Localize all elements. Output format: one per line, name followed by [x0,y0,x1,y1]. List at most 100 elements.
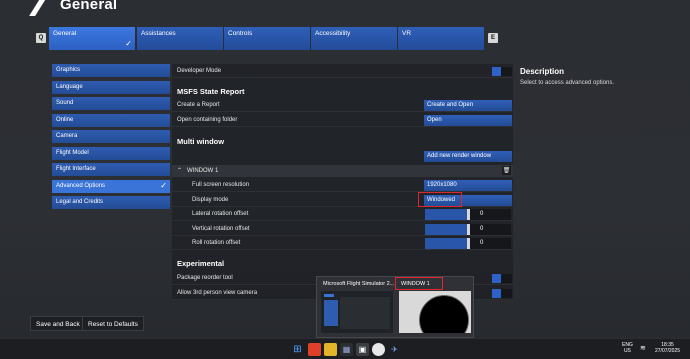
windows-start-icon[interactable]: ⊞ [291,343,304,356]
preview-card-msfs[interactable]: Microsoft Flight Simulator 2... [319,280,395,336]
wifi-icon[interactable]: ≋ [640,344,646,352]
menu-item-camera[interactable]: Camera [52,130,170,143]
window-1-header[interactable]: ⌃ WINDOW 1 🗑 [172,165,513,177]
menu-item-label: Advanced Options [56,183,106,189]
tab-left-key-hint: Q [36,33,46,43]
chevron-up-icon: ⌃ [177,168,183,174]
menu-item-label: Sound [56,100,74,106]
package-reorder-label: Package reorder tool [177,275,233,281]
lateral-offset-row: Lateral rotation offset 0 [172,208,513,221]
chrome-icon[interactable] [308,343,321,356]
clock-date: 27/07/2025 [655,348,681,354]
app-round-icon[interactable] [372,343,385,356]
page-title: General [60,0,118,13]
reset-to-defaults-button[interactable]: Reset to Defaults [82,316,144,331]
tab-label: Controls [228,30,253,37]
menu-item-advanced-options[interactable]: Advanced Options ✓ [52,180,170,193]
preview-title: Microsoft Flight Simulator 2... [323,281,395,287]
menu-item-graphics[interactable]: Graphics [52,64,170,77]
window-name: WINDOW 1 [187,168,219,174]
folder-icon[interactable] [324,343,337,356]
menu-item-online[interactable]: Online [52,114,170,127]
slider-thumb[interactable] [467,224,470,235]
lateral-offset-slider[interactable]: 0 [425,209,511,220]
toggle-knob [492,67,501,76]
experimental-heading: Experimental [177,259,225,268]
clock[interactable]: 18:35 27/07/2025 [655,342,680,354]
tab-label: Assistances [141,30,176,37]
add-render-window-button[interactable]: Add new render window [424,151,512,162]
slider-fill [425,209,468,220]
highlight-box [395,277,443,290]
vertical-offset-row: Vertical rotation offset 0 [172,223,513,236]
third-person-camera-toggle[interactable] [492,289,512,298]
tab-label: VR [402,30,412,37]
roll-offset-slider[interactable]: 0 [425,238,511,249]
trash-icon[interactable]: 🗑 [502,166,511,175]
developer-mode-label: Developer Mode [177,68,222,74]
developer-mode-toggle[interactable] [492,67,512,76]
toggle-knob [492,289,501,298]
slider-value: 0 [480,240,484,246]
preview-thumbnail [399,291,471,333]
developer-mode-row[interactable]: Developer Mode [172,65,513,78]
check-icon: ✓ [125,39,132,48]
slider-thumb[interactable] [467,238,470,249]
taskbar: ⊞ ▦ ▣ ✈ ENG US ≋ 18:35 27/07/2025 [0,338,690,359]
menu-item-label: Language [56,84,83,90]
menu-item-label: Graphics [56,67,81,73]
menu-item-label: Flight Interface [56,166,96,172]
menu-item-language[interactable]: Language [52,81,170,94]
language-region: US [623,348,631,354]
open-folder-row: Open containing folder Open [172,114,513,127]
slider-value: 0 [480,211,484,217]
tab-label: General [53,30,77,37]
roll-offset-row: Roll rotation offset 0 [172,237,513,250]
photos-icon[interactable]: ▣ [356,343,369,356]
app-icon[interactable]: ▦ [340,343,353,356]
vertical-offset-label: Vertical rotation offset [192,226,250,232]
tab-general[interactable]: General ✓ [49,27,135,50]
open-folder-label: Open containing folder [177,117,238,123]
toggle-knob [492,274,501,283]
msfs-state-report-heading: MSFS State Report [177,87,245,96]
lateral-offset-label: Lateral rotation offset [192,211,249,217]
create-report-label: Create a Report [177,102,220,108]
description-title: Description [520,67,565,76]
create-and-open-button[interactable]: Create and Open [424,100,512,111]
tab-label: Accessibility [315,30,351,37]
menu-item-sound[interactable]: Sound [52,97,170,110]
resolution-row: Full screen resolution 1920x1080 [172,179,513,192]
open-folder-button[interactable]: Open [424,115,512,126]
language-indicator[interactable]: ENG US [622,342,633,354]
create-report-row: Create a Report Create and Open [172,99,513,112]
third-person-camera-label: Allow 3rd person view camera [177,290,258,296]
tab-assistances[interactable]: Assistances [137,27,223,50]
multi-window-heading: Multi window [177,137,225,146]
menu-item-flight-model[interactable]: Flight Model [52,147,170,160]
menu-item-legal-credits[interactable]: Legal and Credits [52,196,170,209]
display-mode-label: Display mode [192,197,229,203]
tab-accessibility[interactable]: Accessibility [311,27,397,50]
menu-item-flight-interface[interactable]: Flight Interface [52,163,170,176]
menu-item-label: Online [56,117,74,123]
menu-item-label: Legal and Credits [56,199,104,205]
description-text: Select to access advanced options. [520,80,615,86]
resolution-select[interactable]: 1920x1080 [424,180,512,191]
tab-right-key-hint: E [488,33,498,43]
preview-thumbnail [321,291,393,333]
resolution-label: Full screen resolution [192,182,250,188]
tab-controls[interactable]: Controls [224,27,310,50]
slider-fill [425,238,468,249]
slider-thumb[interactable] [467,209,470,220]
package-reorder-toggle[interactable] [492,274,512,283]
save-and-back-button[interactable]: Save and Back [30,316,86,331]
flight-sim-icon[interactable]: ✈ [388,343,401,356]
slider-value: 0 [480,226,484,232]
highlight-box [418,192,462,207]
roll-offset-label: Roll rotation offset [192,240,241,246]
check-icon: ✓ [160,181,167,190]
vertical-offset-slider[interactable]: 0 [425,224,511,235]
tab-vr[interactable]: VR [398,27,484,50]
menu-item-label: Camera [56,133,78,139]
